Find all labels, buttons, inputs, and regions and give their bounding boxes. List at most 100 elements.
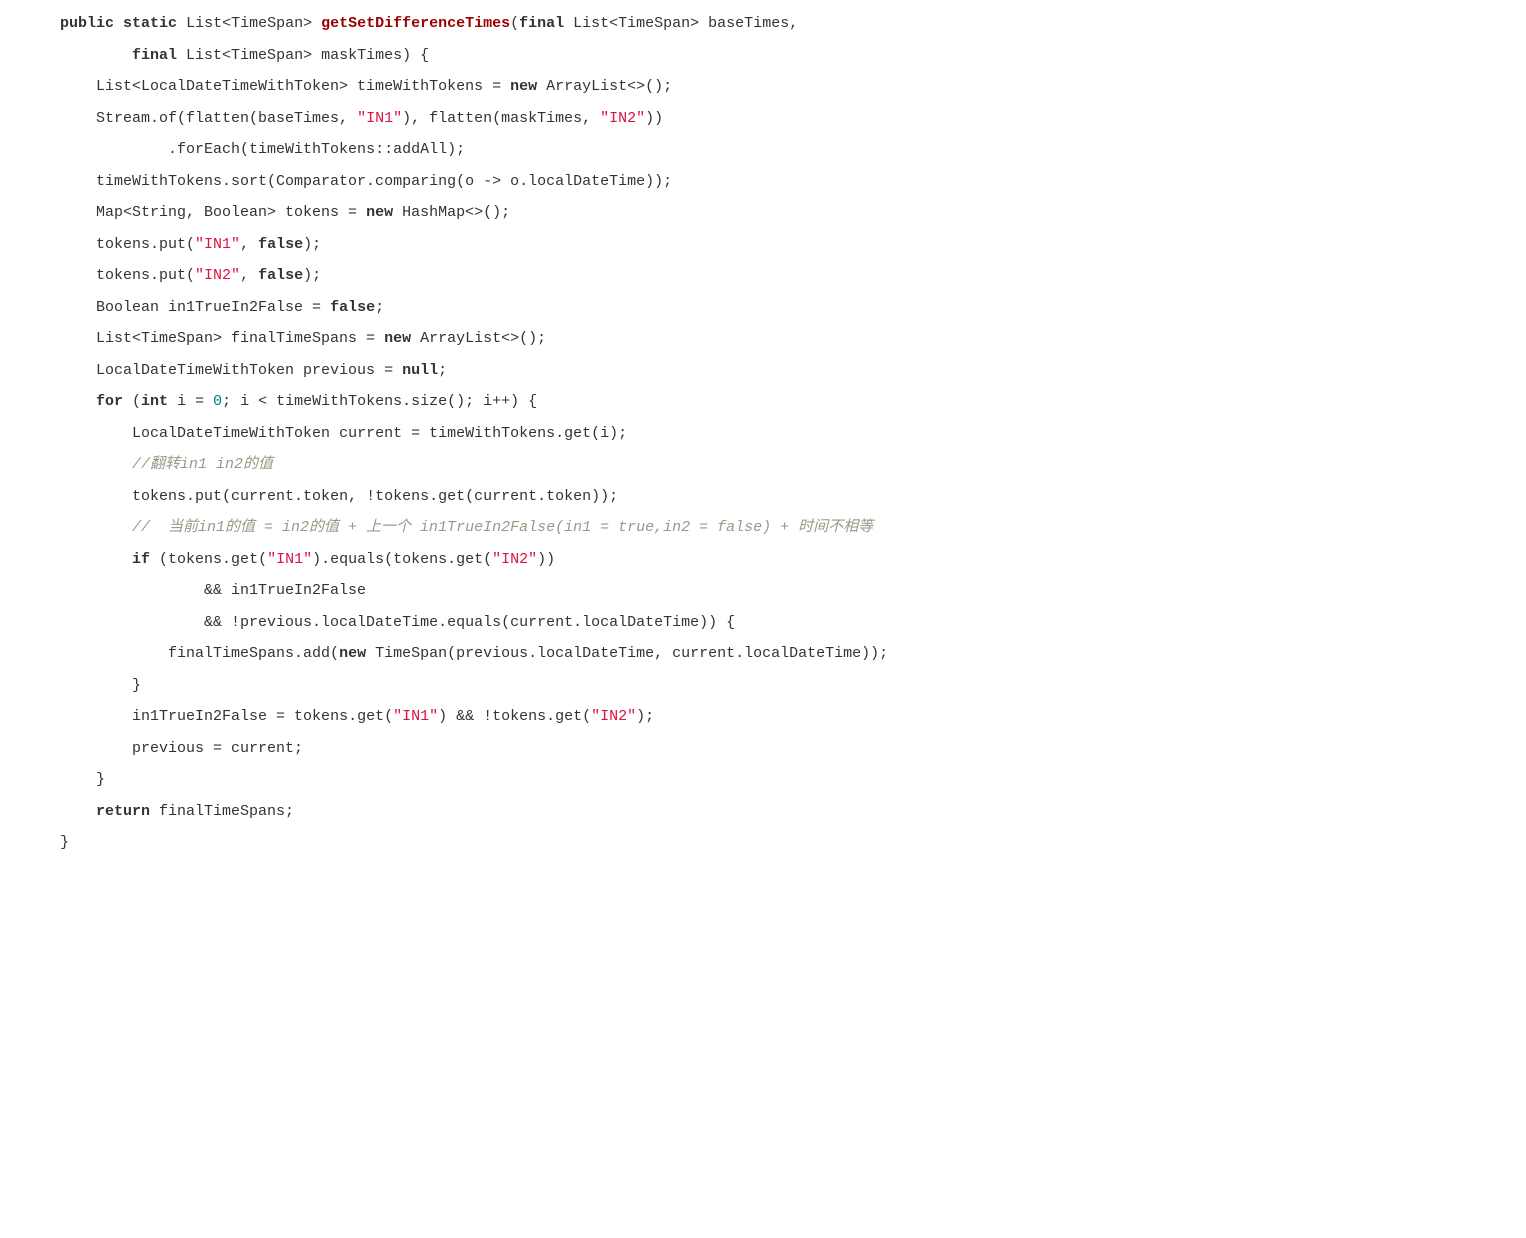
code-line: tokens.put(current.token, !tokens.get(cu…	[24, 481, 1502, 513]
indent	[24, 488, 132, 505]
indent	[24, 551, 132, 568]
code-token: (	[510, 15, 519, 32]
indent	[24, 425, 132, 442]
code-token: ; i < timeWithTokens.size(); i++) {	[222, 393, 537, 410]
code-token: null	[402, 362, 438, 379]
code-token: for	[96, 393, 123, 410]
indent	[24, 519, 132, 536]
code-token: false	[258, 267, 303, 284]
code-token: "IN2"	[492, 551, 537, 568]
code-token: (	[123, 393, 141, 410]
code-token: static	[123, 15, 177, 32]
code-token: "IN1"	[357, 110, 402, 127]
code-token: tokens.put(	[96, 236, 195, 253]
code-token: new	[366, 204, 393, 221]
code-token: "IN1"	[195, 236, 240, 253]
indent	[24, 645, 168, 662]
code-token: List<TimeSpan> finalTimeSpans =	[96, 330, 384, 347]
code-token: return	[96, 803, 150, 820]
code-token: ), flatten(maskTimes,	[402, 110, 600, 127]
indent	[24, 362, 96, 379]
code-token: in1TrueIn2False = tokens.get(	[132, 708, 393, 725]
code-token: "IN1"	[267, 551, 312, 568]
code-line: }	[24, 827, 1502, 859]
code-line: timeWithTokens.sort(Comparator.comparing…	[24, 166, 1502, 198]
code-token: ;	[375, 299, 384, 316]
code-token: && !previous.localDateTime.equals(curren…	[204, 614, 735, 631]
code-token: List<TimeSpan> maskTimes) {	[177, 47, 429, 64]
code-token: finalTimeSpans.add(	[168, 645, 339, 662]
code-line: }	[24, 670, 1502, 702]
code-token: LocalDateTimeWithToken current = timeWit…	[132, 425, 627, 442]
code-token: List<LocalDateTimeWithToken> timeWithTok…	[96, 78, 510, 95]
code-token: ))	[645, 110, 663, 127]
indent	[24, 677, 132, 694]
code-line: in1TrueIn2False = tokens.get("IN1") && !…	[24, 701, 1502, 733]
code-token: Map<String, Boolean> tokens =	[96, 204, 366, 221]
code-token: ArrayList<>();	[411, 330, 546, 347]
code-token: );	[636, 708, 654, 725]
code-token: .forEach(timeWithTokens::addAll);	[168, 141, 465, 158]
code-token: i =	[168, 393, 213, 410]
code-line: for (int i = 0; i < timeWithTokens.size(…	[24, 386, 1502, 418]
code-line: LocalDateTimeWithToken previous = null;	[24, 355, 1502, 387]
code-token: timeWithTokens.sort(Comparator.comparing…	[96, 173, 672, 190]
code-token: finalTimeSpans;	[150, 803, 294, 820]
indent	[24, 299, 96, 316]
code-line: && !previous.localDateTime.equals(curren…	[24, 607, 1502, 639]
code-token: // 当前in1的值 = in2的值 + 上一个 in1TrueIn2False…	[132, 519, 873, 536]
code-token: new	[510, 78, 537, 95]
code-line: //翻转in1 in2的值	[24, 449, 1502, 481]
code-token: Stream.of(flatten(baseTimes,	[96, 110, 357, 127]
code-token: int	[141, 393, 168, 410]
indent	[24, 15, 60, 32]
code-token: ArrayList<>();	[537, 78, 672, 95]
code-token: "IN2"	[600, 110, 645, 127]
indent	[24, 803, 96, 820]
code-line: List<TimeSpan> finalTimeSpans = new Arra…	[24, 323, 1502, 355]
code-token: LocalDateTimeWithToken previous =	[96, 362, 402, 379]
code-line: List<LocalDateTimeWithToken> timeWithTok…	[24, 71, 1502, 103]
code-line: return finalTimeSpans;	[24, 796, 1502, 828]
code-token: false	[258, 236, 303, 253]
code-token: if	[132, 551, 150, 568]
code-token: (tokens.get(	[150, 551, 267, 568]
indent	[24, 614, 204, 631]
code-token: public	[60, 15, 114, 32]
code-line: Map<String, Boolean> tokens = new HashMa…	[24, 197, 1502, 229]
indent	[24, 456, 132, 473]
code-token: ;	[438, 362, 447, 379]
code-token: }	[132, 677, 141, 694]
indent	[24, 708, 132, 725]
code-token: HashMap<>();	[393, 204, 510, 221]
code-token: TimeSpan(previous.localDateTime, current…	[366, 645, 888, 662]
code-token: tokens.put(	[96, 267, 195, 284]
code-token: }	[96, 771, 105, 788]
code-token: "IN1"	[393, 708, 438, 725]
code-token: final	[519, 15, 564, 32]
code-token: List<TimeSpan> baseTimes,	[564, 15, 798, 32]
indent	[24, 204, 96, 221]
indent	[24, 173, 96, 190]
code-line: Stream.of(flatten(baseTimes, "IN1"), fla…	[24, 103, 1502, 135]
code-token: }	[60, 834, 69, 851]
code-token: previous = current;	[132, 740, 303, 757]
code-token: );	[303, 267, 321, 284]
indent	[24, 236, 96, 253]
code-line: && in1TrueIn2False	[24, 575, 1502, 607]
code-token: 0	[213, 393, 222, 410]
indent	[24, 740, 132, 757]
indent	[24, 771, 96, 788]
code-line: final List<TimeSpan> maskTimes) {	[24, 40, 1502, 72]
code-token: ,	[240, 236, 258, 253]
code-token: List<TimeSpan>	[177, 15, 321, 32]
indent	[24, 393, 96, 410]
indent	[24, 834, 60, 851]
indent	[24, 78, 96, 95]
code-token: "IN2"	[195, 267, 240, 284]
indent	[24, 582, 204, 599]
code-line: finalTimeSpans.add(new TimeSpan(previous…	[24, 638, 1502, 670]
indent	[24, 141, 168, 158]
indent	[24, 47, 132, 64]
indent	[24, 110, 96, 127]
